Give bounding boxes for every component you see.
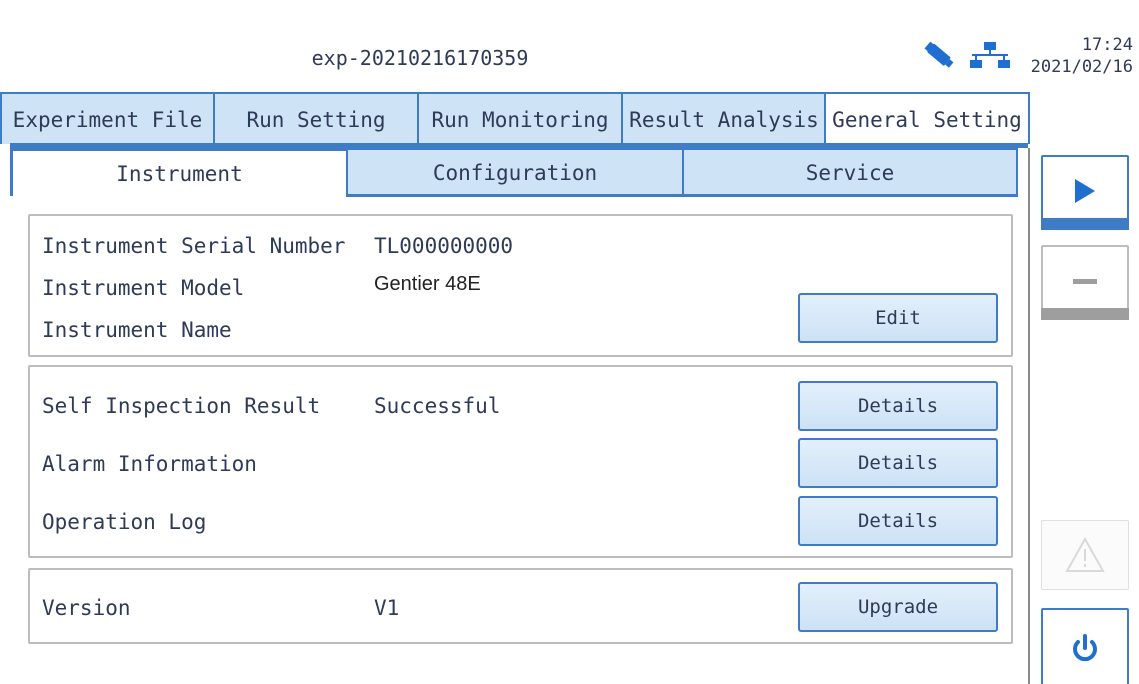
- serial-number-label: Instrument Serial Number: [42, 234, 346, 258]
- tab-experiment-file[interactable]: Experiment File: [0, 92, 215, 144]
- alarm-details-button[interactable]: Details: [798, 438, 998, 488]
- subtab-configuration[interactable]: Configuration: [346, 148, 684, 196]
- instrument-model-value: Gentier 48E: [374, 273, 481, 295]
- clock-date: 2021/02/16: [1030, 57, 1133, 77]
- run-button[interactable]: [1041, 155, 1129, 230]
- stop-button-bar: [1041, 308, 1129, 320]
- subtab-underline: [346, 194, 1018, 197]
- stop-icon: [1073, 279, 1097, 284]
- experiment-title: exp-20210216170359: [311, 46, 529, 70]
- edit-button[interactable]: Edit: [798, 293, 998, 343]
- self-inspection-details-button[interactable]: Details: [798, 381, 998, 431]
- usb-icon: [924, 41, 954, 68]
- sub-tab-bar: Instrument Configuration Service: [10, 148, 1018, 197]
- operation-log-details-button[interactable]: Details: [798, 496, 998, 546]
- subtab-instrument[interactable]: Instrument: [10, 148, 348, 196]
- self-inspection-value: Successful: [374, 394, 501, 418]
- instrument-info-group: Instrument Serial Number TL000000000 Ins…: [28, 214, 1013, 357]
- general-setting-panel: Instrument Configuration Service Instrum…: [10, 148, 1030, 684]
- header-bar: exp-20210216170359 17:24 2021/02/16: [0, 0, 1139, 92]
- subtab-service[interactable]: Service: [682, 148, 1018, 196]
- tab-run-setting[interactable]: Run Setting: [213, 92, 419, 144]
- status-info-group: Self Inspection Result Successful Detail…: [28, 365, 1013, 558]
- version-label: Version: [42, 596, 131, 620]
- run-button-bar: [1041, 218, 1129, 230]
- tab-general-setting[interactable]: General Setting: [824, 92, 1030, 144]
- clock-time: 17:24: [1081, 35, 1133, 55]
- version-value: V1: [374, 596, 400, 620]
- network-icon: [970, 42, 1010, 68]
- serial-number-value: TL000000000: [374, 234, 514, 258]
- tab-result-analysis[interactable]: Result Analysis: [621, 92, 827, 144]
- power-icon: [1073, 634, 1097, 662]
- tab-run-monitoring[interactable]: Run Monitoring: [417, 92, 623, 144]
- self-inspection-label: Self Inspection Result: [42, 394, 321, 418]
- warning-icon: [1065, 536, 1105, 572]
- stop-button[interactable]: [1041, 245, 1129, 320]
- power-button[interactable]: [1041, 608, 1129, 684]
- operation-log-label: Operation Log: [42, 510, 207, 534]
- upgrade-button[interactable]: Upgrade: [798, 582, 998, 632]
- alarm-information-label: Alarm Information: [42, 452, 257, 476]
- instrument-model-label: Instrument Model: [42, 276, 245, 300]
- version-group: Version V1 Upgrade: [28, 568, 1013, 644]
- play-icon: [1075, 179, 1095, 203]
- warning-button[interactable]: [1041, 520, 1129, 590]
- instrument-name-label: Instrument Name: [42, 318, 232, 342]
- clock: 17:24 2021/02/16: [1031, 34, 1133, 78]
